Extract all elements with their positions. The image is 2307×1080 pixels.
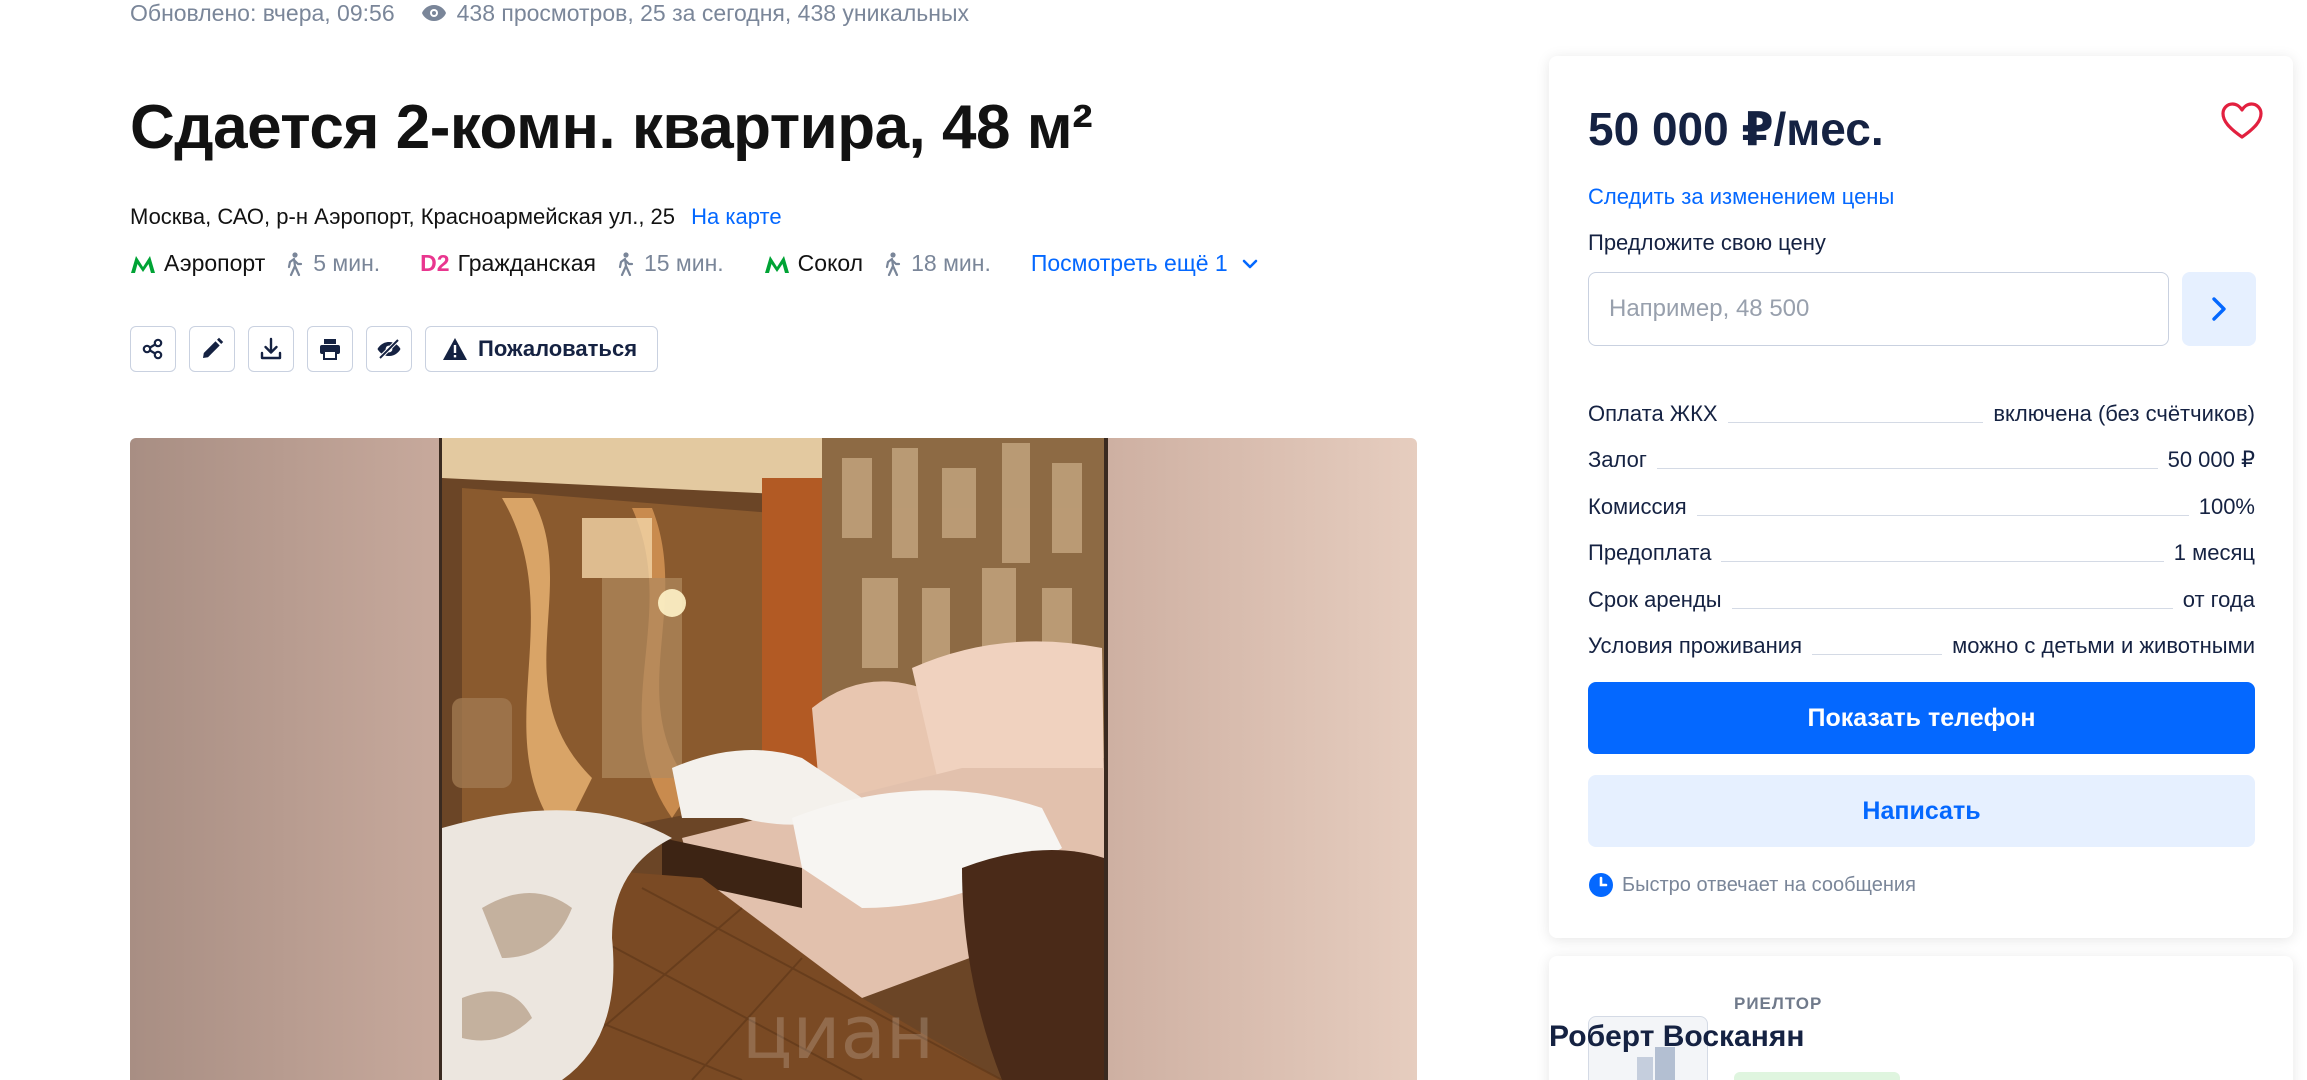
metro-list: Аэропорт 5 мин. D2 Гражданская 15 мин. С… (130, 250, 1258, 277)
metro-icon (764, 255, 789, 273)
term-label: Условия проживания (1588, 633, 1802, 658)
updated-text: Обновлено: вчера, 09:56 (130, 0, 395, 26)
term-divider (1696, 514, 2189, 516)
walk-time: 15 мин. (616, 250, 724, 277)
share-icon (142, 338, 163, 360)
metro-name: Сокол (797, 250, 864, 276)
download-button[interactable] (248, 326, 294, 372)
term-label: Залог (1588, 447, 1647, 472)
chevron-right-icon (2212, 297, 2226, 321)
term-value: от года (2182, 586, 2255, 612)
term-value: 100% (2198, 493, 2255, 519)
edit-button[interactable] (189, 326, 235, 372)
term-row: Предоплата 1 месяц (1588, 526, 2255, 573)
walk-icon (886, 251, 901, 276)
metro-item: Сокол 18 мин. (764, 250, 991, 277)
term-row: Условия проживания можно с детьми и живо… (1588, 619, 2255, 666)
price: 50 000 ₽/мес. (1588, 103, 1884, 155)
metro-name: Аэропорт (164, 250, 266, 276)
hide-icon (377, 338, 401, 360)
views-text: 438 просмотров, 25 за сегодня, 438 уника… (456, 0, 969, 26)
term-value: включена (без счётчиков) (1993, 400, 2255, 426)
term-value: 1 месяц (2173, 540, 2255, 565)
walk-time: 5 мин. (285, 250, 380, 277)
rental-terms: Оплата ЖКХ включена (без счётчиков) Зало… (1588, 386, 2255, 665)
term-divider (1656, 468, 2158, 469)
term-divider (1812, 654, 1943, 655)
main-photo[interactable]: циан (442, 438, 1104, 1080)
metro-more-label: Посмотреть ещё 1 (1030, 250, 1228, 276)
page-title: Сдается 2-комн. квартира, 48 м² (130, 93, 1093, 162)
metro-icon (131, 255, 155, 273)
term-label: Срок аренды (1588, 586, 1722, 612)
agent-role: РИЕЛТОР (1734, 994, 1823, 1013)
print-button[interactable] (307, 326, 353, 372)
listing-meta: Обновлено: вчера, 09:56 438 просмотров, … (130, 0, 969, 26)
term-label: Комиссия (1588, 493, 1687, 519)
agent-name[interactable]: Роберт Восканян (1549, 1020, 1804, 1054)
map-link[interactable]: На карте (691, 204, 781, 229)
favorite-heart-icon[interactable] (2221, 102, 2263, 140)
complain-label: Пожаловаться (478, 336, 638, 361)
hide-button[interactable] (366, 326, 412, 372)
walk-icon (288, 251, 303, 276)
watch-price-link[interactable]: Следить за изменением цены (1588, 184, 1894, 210)
show-phone-button[interactable]: Показать телефон (1588, 682, 2255, 754)
warning-icon (443, 338, 467, 360)
write-message-button[interactable]: Написать (1588, 775, 2255, 847)
metro-item: D2 Гражданская 15 мин. (420, 250, 724, 277)
eye-icon (421, 5, 446, 21)
term-value: 50 000 ₽ (2167, 447, 2255, 472)
download-icon (260, 337, 282, 360)
metro-more-link[interactable]: Посмотреть ещё 1 (1031, 250, 1258, 277)
listing-toolbar: Пожаловаться (130, 326, 659, 372)
agent-status-badge (1734, 1072, 1900, 1080)
term-label: Предоплата (1588, 540, 1712, 565)
print-icon (320, 339, 340, 360)
offer-submit-button[interactable] (2182, 272, 2256, 346)
walk-time: 18 мин. (883, 250, 991, 277)
address: Москва, САО, р-н Аэропорт, Красноармейск… (130, 204, 782, 230)
walk-time-text: 15 мин. (643, 250, 724, 276)
term-row: Оплата ЖКХ включена (без счётчиков) (1588, 386, 2255, 433)
photo-watermark: циан (742, 990, 934, 1076)
apartment-photo: циан (442, 438, 1104, 1080)
agent-card: РИЕЛТОР Роберт Восканян (1549, 956, 2293, 1080)
term-row: Комиссия 100% (1588, 479, 2255, 526)
edit-icon (203, 337, 224, 358)
clock-icon (1589, 873, 1613, 897)
price-card: 50 000 ₽/мес. Следить за изменением цены… (1549, 56, 2293, 938)
walk-time-text: 5 мин. (313, 250, 381, 276)
term-divider (1727, 421, 1984, 423)
reply-speed-note: Быстро отвечает на сообщения (1588, 872, 1916, 898)
offer-price-label: Предложите свою цену (1588, 230, 1826, 255)
complain-button[interactable]: Пожаловаться (425, 326, 659, 372)
metro-item: Аэропорт 5 мин. (130, 250, 380, 277)
term-divider (1721, 561, 2164, 562)
offer-price-input[interactable] (1588, 272, 2169, 346)
term-row: Срок аренды от года (1588, 572, 2255, 619)
metro-name: Гражданская (457, 250, 596, 276)
walk-time-text: 18 мин. (911, 250, 991, 276)
address-text: Москва, САО, р-н Аэропорт, Красноармейск… (130, 204, 676, 229)
reply-speed-text: Быстро отвечает на сообщения (1622, 873, 1916, 896)
term-value: можно с детьми и животными (1952, 633, 2255, 658)
term-label: Оплата ЖКХ (1588, 400, 1718, 426)
photo-gallery[interactable]: циан (130, 438, 1417, 1080)
term-divider (1731, 607, 2173, 609)
share-button[interactable] (130, 326, 176, 372)
chevron-down-icon (1242, 259, 1258, 268)
term-row: Залог 50 000 ₽ (1588, 433, 2255, 480)
walk-icon (618, 251, 634, 276)
d2-icon: D2 (420, 250, 450, 276)
